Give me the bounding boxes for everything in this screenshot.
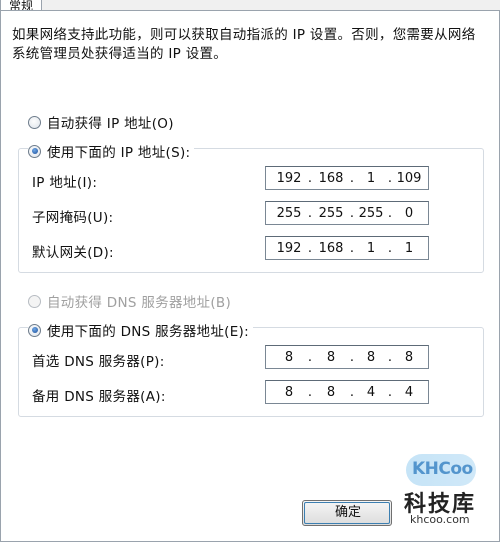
radio-auto-ip-circle[interactable]: [28, 115, 41, 129]
watermark-url: khcoo.com: [410, 513, 470, 526]
octet-3[interactable]: 4: [354, 385, 388, 400]
preferred-dns-field[interactable]: 8. 8. 8. 8: [265, 345, 429, 369]
dot-separator: .: [307, 385, 313, 400]
ip-address-field[interactable]: 192. 168. 1. 109: [265, 166, 429, 190]
octet-2[interactable]: 255: [314, 206, 348, 221]
radio-auto-dns-label: 自动获得 DNS 服务器地址(B): [47, 295, 232, 311]
octet-2[interactable]: 168: [314, 171, 348, 186]
octet-1[interactable]: 192: [272, 171, 306, 186]
radio-auto-dns[interactable]: 自动获得 DNS 服务器地址(B): [28, 291, 231, 311]
radio-manual-ip[interactable]: 使用下面的 IP 地址(S):: [28, 141, 195, 161]
octet-1[interactable]: 255: [272, 206, 306, 221]
octet-4[interactable]: 4: [392, 385, 426, 400]
intro-text: 如果网络支持此功能，则可以获取自动指派的 IP 设置。否则，您需要从网络系统管理…: [12, 27, 476, 62]
radio-manual-ip-circle[interactable]: [28, 144, 41, 158]
alternate-dns-label: 备用 DNS 服务器(A):: [32, 389, 166, 405]
ok-button-focus-ring: [304, 502, 390, 524]
octet-3[interactable]: 255: [354, 206, 388, 221]
ip-address-label: IP 地址(I):: [32, 175, 98, 191]
octet-4[interactable]: 1: [392, 241, 426, 256]
watermark: KHCoo 科技库 khcoo.com: [396, 450, 500, 527]
octet-4[interactable]: 109: [392, 171, 426, 186]
watermark-logo-text: KHCoo: [412, 459, 473, 479]
radio-manual-dns-label: 使用下面的 DNS 服务器地址(E):: [47, 324, 249, 340]
octet-2[interactable]: 8: [314, 350, 348, 365]
radio-manual-dns[interactable]: 使用下面的 DNS 服务器地址(E):: [28, 320, 253, 340]
octet-1[interactable]: 192: [272, 241, 306, 256]
preferred-dns-label: 首选 DNS 服务器(P):: [32, 354, 165, 370]
dot-separator: .: [307, 206, 313, 221]
dot-separator: .: [307, 171, 313, 186]
default-gateway-label: 默认网关(D):: [32, 245, 114, 261]
radio-auto-dns-circle[interactable]: [28, 294, 41, 308]
octet-4[interactable]: 8: [392, 350, 426, 365]
octet-3[interactable]: 8: [354, 350, 388, 365]
radio-manual-dns-circle[interactable]: [28, 323, 41, 337]
octet-2[interactable]: 8: [314, 385, 348, 400]
octet-2[interactable]: 168: [314, 241, 348, 256]
octet-1[interactable]: 8: [272, 350, 306, 365]
alternate-dns-field[interactable]: 8. 8. 4. 4: [265, 380, 429, 404]
dot-separator: .: [307, 241, 313, 256]
radio-auto-ip[interactable]: 自动获得 IP 地址(O): [28, 112, 174, 132]
dot-separator: .: [307, 350, 313, 365]
radio-auto-ip-label: 自动获得 IP 地址(O): [47, 116, 174, 132]
octet-1[interactable]: 8: [272, 385, 306, 400]
octet-3[interactable]: 1: [354, 171, 388, 186]
subnet-mask-field[interactable]: 255. 255. 255. 0: [265, 201, 429, 225]
octet-4[interactable]: 0: [392, 206, 426, 221]
radio-manual-ip-label: 使用下面的 IP 地址(S):: [47, 145, 191, 161]
subnet-mask-label: 子网掩码(U):: [32, 210, 114, 226]
default-gateway-field[interactable]: 192. 168. 1. 1: [265, 236, 429, 260]
octet-3[interactable]: 1: [354, 241, 388, 256]
